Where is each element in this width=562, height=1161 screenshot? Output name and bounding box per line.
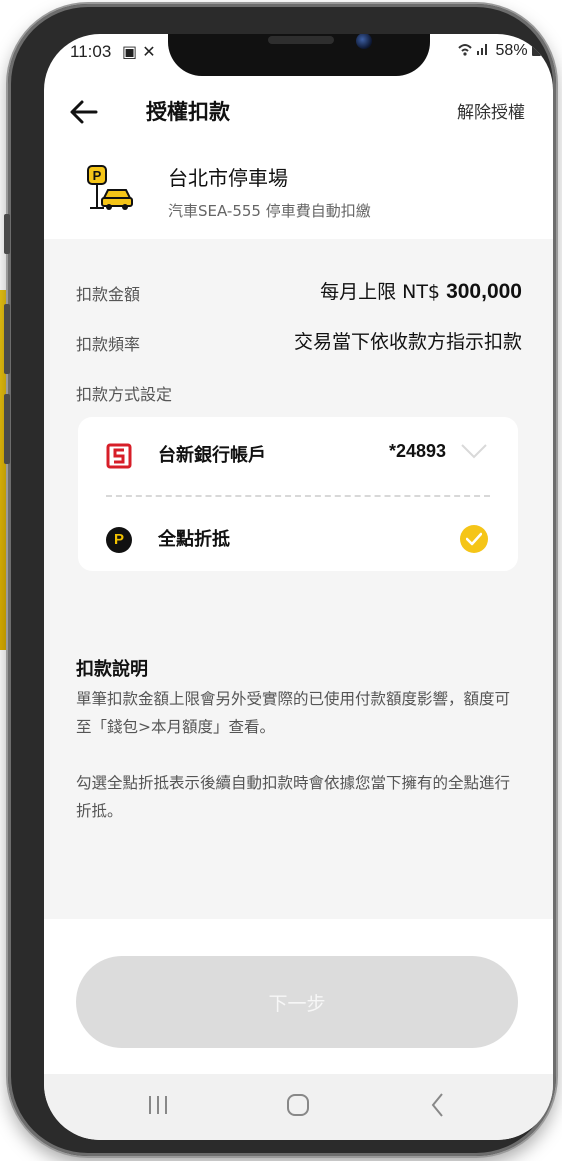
amount-number: 300,000 [446, 280, 522, 303]
notes-title: 扣款說明 [76, 659, 148, 680]
recent-apps-icon[interactable] [128, 1088, 188, 1122]
frequency-label: 扣款頻率 [76, 335, 141, 354]
points-name: 全點折抵 [158, 529, 230, 550]
battery-percent: 58% [495, 42, 528, 59]
page-title: 授權扣款 [146, 100, 230, 124]
phone-side-button [4, 304, 10, 374]
chevron-down-icon[interactable] [460, 441, 488, 461]
phone-side-button [4, 394, 10, 464]
camera-notch [168, 34, 430, 76]
note-paragraph-1: 單筆扣款金額上限會另外受實際的已使用付款額度影響，額度可至「錢包>本月額度」查看… [76, 690, 511, 736]
status-indicators: 58% [457, 42, 541, 60]
amount-row: 扣款金額 每月上限 NT$ 300,000 [76, 277, 522, 307]
battery-icon [532, 44, 541, 56]
status-time: 11:03 [70, 42, 112, 61]
bank-account-number: *24893 [388, 441, 446, 461]
back-arrow-icon[interactable] [66, 94, 102, 130]
svg-text:P: P [93, 168, 102, 183]
merchant-description: 汽車SEA-555 停車費自動扣繳 [168, 202, 371, 220]
signal-icon [458, 44, 488, 56]
payment-method-label: 扣款方式設定 [76, 385, 173, 404]
app-header: 授權扣款 解除授權 [44, 90, 553, 140]
notification-icons: ▣ ✕ [122, 42, 156, 61]
note-paragraph-2: 勾選全點折抵表示後續自動扣款時會依據您當下擁有的全點進行折抵。 [76, 774, 511, 820]
bank-account-option[interactable]: 台新銀行帳戶 *24893 [78, 425, 518, 485]
system-navigation-bar [44, 1074, 553, 1140]
amount-value: 每月上限 NT$ 300,000 [320, 277, 522, 304]
details-section: 扣款金額 每月上限 NT$ 300,000 扣款頻率 交易當下依收款方指示扣款 … [44, 239, 553, 919]
speaker-grille [268, 36, 334, 44]
merchant-info: P 台北市停車場 汽車SEA-555 停車費自動扣繳 [44, 160, 553, 240]
back-nav-icon[interactable] [408, 1088, 468, 1122]
merchant-name: 台北市停車場 [168, 166, 288, 190]
taishin-bank-logo-icon [106, 443, 132, 469]
home-icon[interactable] [268, 1088, 328, 1122]
next-step-button[interactable]: 下一步 [76, 956, 518, 1048]
points-option[interactable]: P 全點折抵 [78, 509, 518, 569]
bank-account-name: 台新銀行帳戶 [158, 445, 266, 466]
dashed-divider [106, 495, 490, 497]
payment-method-card: 台新銀行帳戶 *24893 P 全點折抵 [78, 417, 518, 571]
amount-label: 扣款金額 [76, 285, 141, 304]
app-screen: 11:03 ▣ ✕ 58% 授權扣款 解除授權 P 台北市停車場 汽車SEA-5… [44, 34, 553, 1140]
front-camera [356, 34, 372, 49]
checkmark-icon[interactable] [460, 525, 488, 553]
revoke-authorization-link[interactable]: 解除授權 [457, 98, 525, 123]
amount-prefix: 每月上限 NT$ [320, 281, 441, 303]
phone-frame: 11:03 ▣ ✕ 58% 授權扣款 解除授權 P 台北市停車場 汽車SEA-5… [4, 4, 556, 1156]
frequency-row: 扣款頻率 交易當下依收款方指示扣款 [76, 327, 522, 357]
frequency-value: 交易當下依收款方指示扣款 [293, 331, 522, 353]
points-logo-icon: P [106, 527, 132, 553]
parking-car-icon: P [87, 165, 133, 210]
phone-side-button [4, 214, 10, 254]
